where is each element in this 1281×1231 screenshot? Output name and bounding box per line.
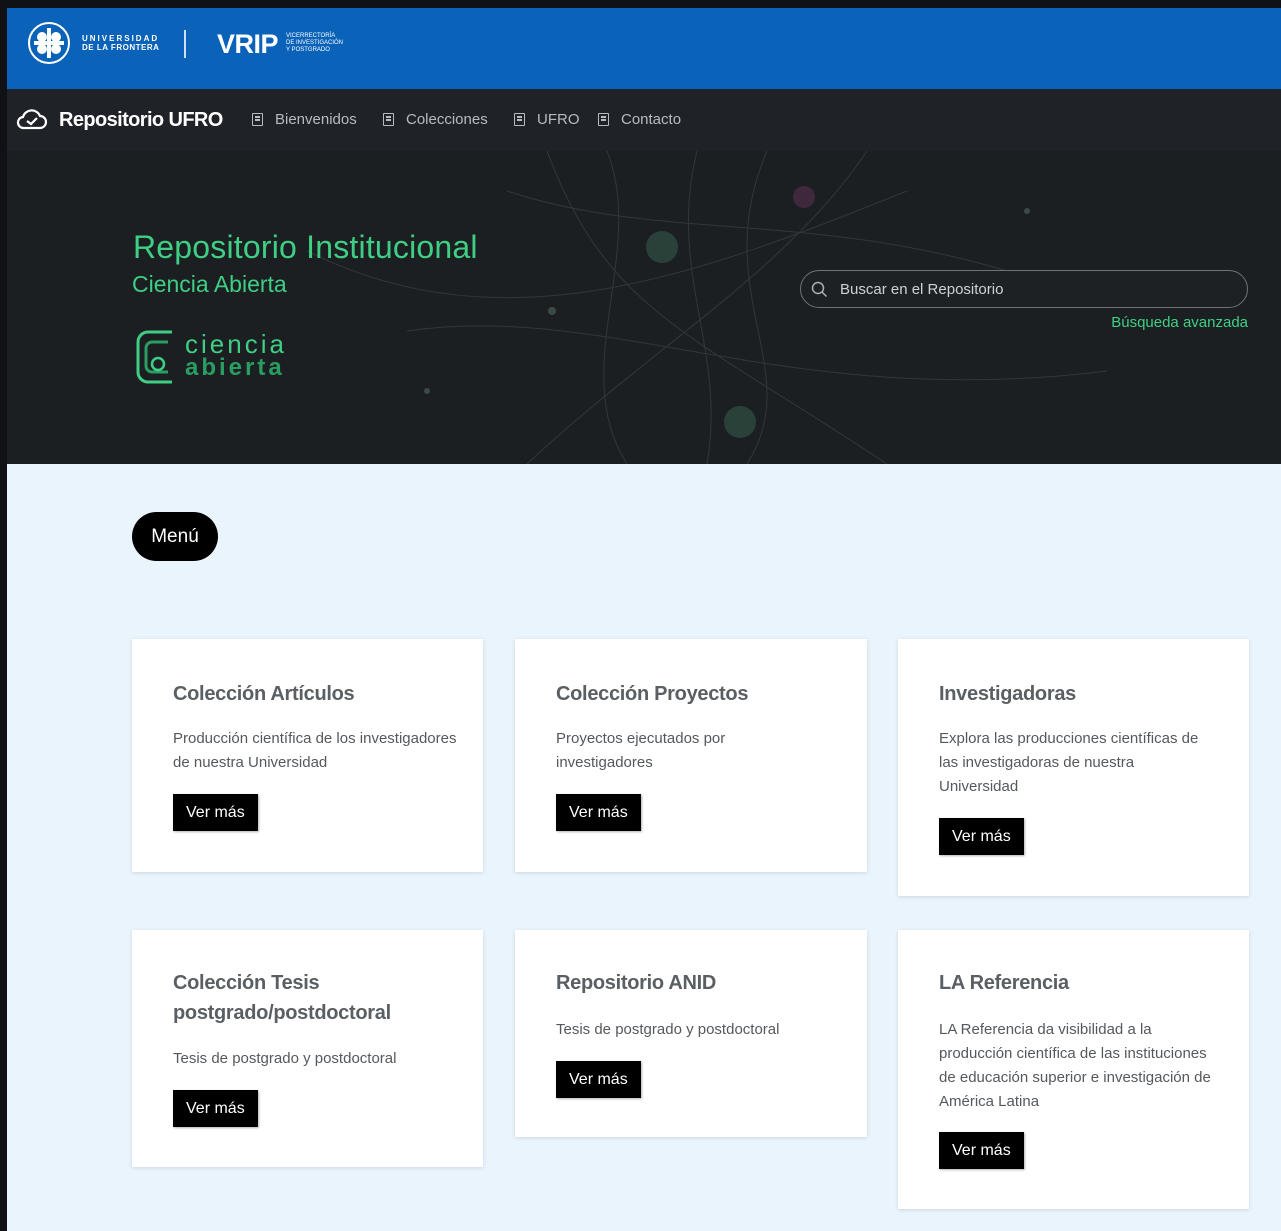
nav-item-label: Colecciones <box>406 111 488 128</box>
ver-mas-button[interactable]: Ver más <box>556 794 641 831</box>
card-description: Tesis de postgrado y postdoctoral <box>556 1021 780 1038</box>
card-coleccion-tesis: Colección Tesis postgrado/postdoctoral T… <box>132 930 483 1167</box>
ciencia-abierta-logo-icon <box>136 330 172 384</box>
cloud-check-icon <box>16 109 48 130</box>
university-line-2: DE LA FRONTERA <box>82 43 160 52</box>
hero-title: Repositorio Institucional <box>133 229 478 265</box>
card-description: Tesis de postgrado y postdoctoral <box>173 1050 397 1067</box>
card-la-referencia: LA Referencia LA Referencia da visibilid… <box>898 930 1249 1209</box>
university-logo-icon[interactable] <box>24 20 74 66</box>
ver-mas-button[interactable]: Ver más <box>939 1132 1024 1169</box>
card-description: Producción científica de los investigado… <box>173 730 457 771</box>
institution-bar: UNIVERSIDAD DE LA FRONTERA VRIP VICERREC… <box>7 8 1281 89</box>
card-title: Colección Artículos <box>173 683 355 705</box>
vrip-logo[interactable]: VRIP <box>217 29 279 60</box>
nav-item-colecciones[interactable]: Colecciones <box>383 111 488 128</box>
logo-text-abierta: abierta <box>185 354 285 381</box>
ver-mas-button[interactable]: Ver más <box>173 794 258 831</box>
ver-mas-button[interactable]: Ver más <box>556 1061 641 1098</box>
document-icon <box>514 113 525 126</box>
university-name: UNIVERSIDAD DE LA FRONTERA <box>82 34 159 52</box>
nav-item-label: Bienvenidos <box>275 111 357 128</box>
university-line-1: UNIVERSIDAD <box>82 34 160 43</box>
card-coleccion-proyectos: Colección Proyectos Proyectos ejecutados… <box>515 639 867 872</box>
document-icon <box>252 113 263 126</box>
card-description: Proyectos ejecutados por investigadores <box>556 730 726 771</box>
card-repositorio-anid: Repositorio ANID Tesis de postgrado y po… <box>515 930 867 1137</box>
card-description: LA Referencia da visibilidad a la produc… <box>939 1021 1211 1110</box>
nav-item-bienvenidos[interactable]: Bienvenidos <box>252 111 357 128</box>
card-coleccion-articulos: Colección Artículos Producción científic… <box>132 639 483 872</box>
card-description: Explora las producciones científicas de … <box>939 730 1199 795</box>
nav-item-label: UFRO <box>537 111 580 128</box>
main-navbar: Repositorio UFRO Bienvenidos Colecciones… <box>7 89 1281 151</box>
card-title: LA Referencia <box>939 972 1069 994</box>
nav-item-ufro[interactable]: UFRO <box>514 111 580 128</box>
card-investigadoras: Investigadoras Explora las producciones … <box>898 639 1249 896</box>
search-icon[interactable] <box>811 281 828 298</box>
vrip-sub-line-2: DE INVESTIGACIÓN <box>286 40 344 46</box>
repository-search-box <box>800 270 1248 308</box>
hero-banner: Repositorio Institucional Ciencia Abiert… <box>7 151 1281 464</box>
advanced-search-link[interactable]: Búsqueda avanzada <box>1111 314 1248 331</box>
vrip-sub-line-3: Y POSTGRADO <box>286 47 330 53</box>
vrip-subtitle: VICERRECTORÍA DE INVESTIGACIÓN Y POSTGRA… <box>286 33 343 54</box>
hero-subtitle: Ciencia Abierta <box>132 271 287 297</box>
page-frame: UNIVERSIDAD DE LA FRONTERA VRIP VICERREC… <box>7 8 1281 1231</box>
nav-item-label: Contacto <box>621 111 682 128</box>
card-title: Colección Proyectos <box>556 683 749 705</box>
ver-mas-button[interactable]: Ver más <box>939 818 1024 855</box>
nav-item-contacto[interactable]: Contacto <box>598 111 681 128</box>
ver-mas-button[interactable]: Ver más <box>173 1090 258 1127</box>
menu-button[interactable]: Menú <box>132 512 218 561</box>
repository-brand-link[interactable]: Repositorio UFRO <box>59 109 223 132</box>
search-input[interactable] <box>838 271 1237 308</box>
document-icon <box>383 113 394 126</box>
card-title: Repositorio ANID <box>556 972 717 994</box>
vrip-sub-line-1: VICERRECTORÍA <box>286 33 336 39</box>
logo-divider <box>184 30 186 58</box>
card-title: Colección Tesis postgrado/postdoctoral <box>173 972 391 1024</box>
document-icon <box>598 113 609 126</box>
card-title: Investigadoras <box>939 683 1076 705</box>
